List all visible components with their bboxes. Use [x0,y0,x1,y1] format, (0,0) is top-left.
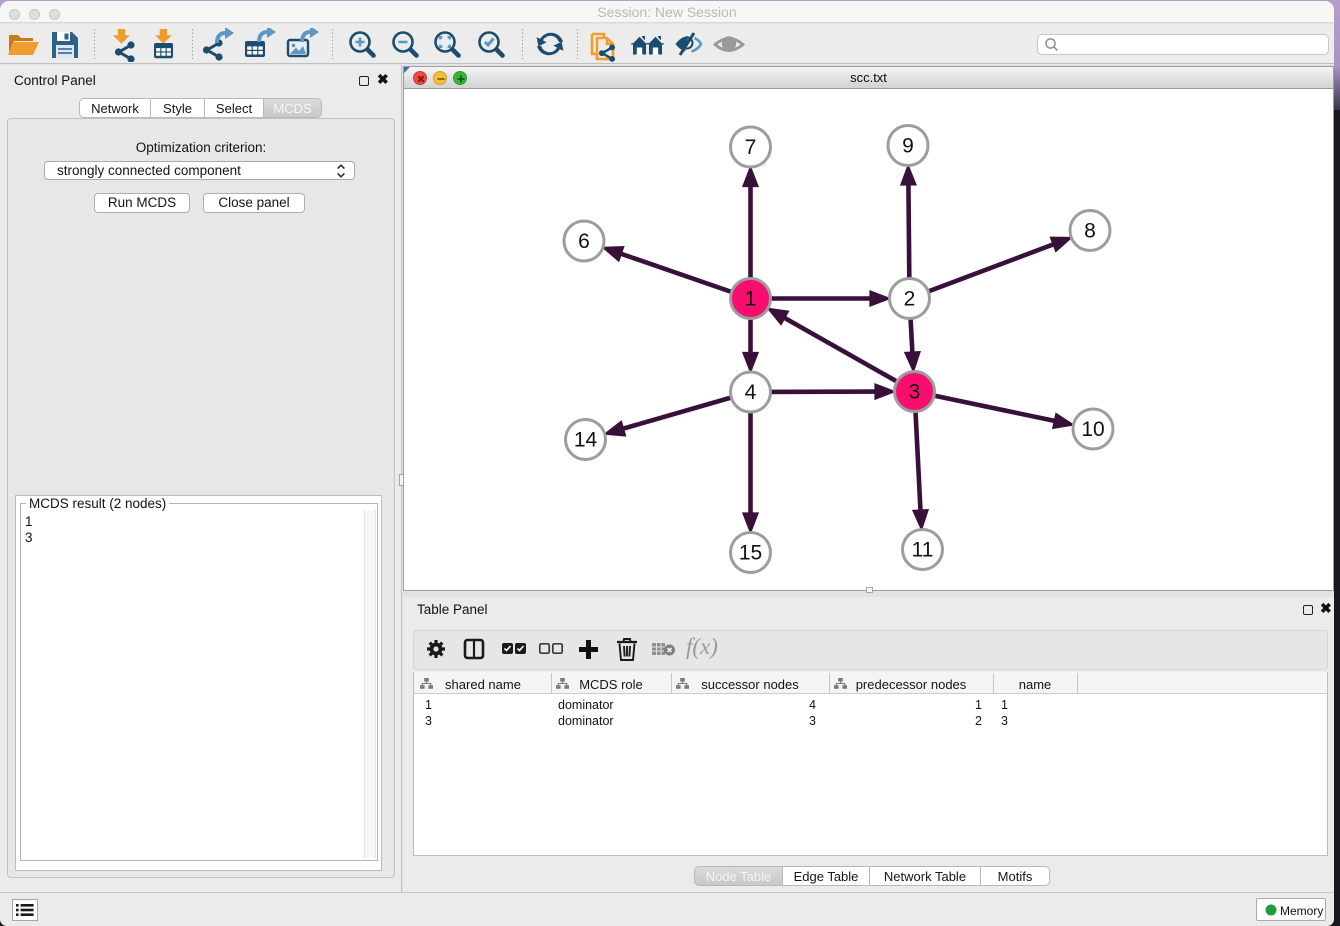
svg-text:1: 1 [745,288,757,311]
svg-text:8: 8 [1084,220,1096,243]
svg-text:6: 6 [578,230,590,253]
svg-text:2: 2 [904,288,916,311]
svg-text:14: 14 [574,429,598,452]
svg-text:15: 15 [739,542,762,565]
svg-text:11: 11 [912,539,934,562]
svg-text:10: 10 [1081,418,1104,441]
svg-text:4: 4 [745,381,757,404]
svg-text:3: 3 [909,381,921,404]
svg-text:9: 9 [902,135,914,158]
svg-text:7: 7 [745,136,757,159]
